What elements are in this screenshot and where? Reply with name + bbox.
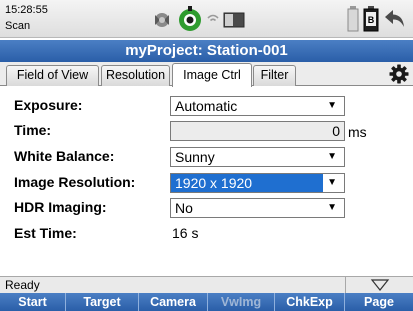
status-text: Ready <box>5 278 40 292</box>
chkexp-button[interactable]: ChkExp <box>275 293 345 311</box>
exposure-label: Exposure: <box>14 97 83 113</box>
white-balance-label: White Balance: <box>14 148 115 164</box>
est-time-label: Est Time: <box>14 225 77 241</box>
collapse-button[interactable] <box>345 277 413 294</box>
time-input[interactable]: 0 <box>170 121 345 141</box>
tab-strip: Field of View Resolution Image Ctrl Filt… <box>0 62 413 87</box>
battery-b-icon: B <box>363 6 379 32</box>
mode-label: Scan <box>5 20 31 32</box>
hdr-value: No <box>175 200 193 216</box>
battery-b-label: B <box>368 15 375 25</box>
start-button[interactable]: Start <box>0 293 66 311</box>
vwimg-button[interactable]: VwImg <box>208 293 275 311</box>
gear-icon[interactable] <box>389 64 409 84</box>
battery-a-icon <box>347 6 359 32</box>
status-icons <box>150 4 246 34</box>
back-icon[interactable] <box>383 8 407 30</box>
tab-field-of-view[interactable]: Field of View <box>6 65 99 86</box>
page-button[interactable]: Page <box>345 293 413 311</box>
chevron-down-icon <box>370 279 390 291</box>
camera-button[interactable]: Camera <box>139 293 208 311</box>
dropdown-arrow-icon: ▼ <box>327 151 337 162</box>
satellite-icon[interactable] <box>150 7 174 31</box>
clock: 15:28:55 <box>5 4 48 16</box>
softkey-bar: Start Target Camera VwImg ChkExp Page <box>0 293 413 311</box>
image-resolution-value: 1920 x 1920 <box>175 175 253 191</box>
hdr-select[interactable]: No ▼ <box>170 198 345 218</box>
image-resolution-select[interactable]: 1920 x 1920 ▼ <box>170 173 345 193</box>
time-unit: ms <box>348 124 367 140</box>
status-right: B <box>347 4 407 34</box>
status-line: Ready <box>0 276 413 294</box>
time-label: Time: <box>14 122 52 138</box>
white-balance-value: Sunny <box>175 149 215 165</box>
tab-filter[interactable]: Filter <box>253 65 296 86</box>
instrument-icon[interactable] <box>176 5 204 33</box>
page-title: myProject: Station-001 <box>0 40 413 62</box>
storage-icon <box>223 12 245 28</box>
exposure-value: Automatic <box>175 98 238 114</box>
dropdown-arrow-icon: ▼ <box>327 100 337 111</box>
status-bar: 15:28:55 Scan B <box>0 0 413 38</box>
image-resolution-label: Image Resolution: <box>14 174 136 190</box>
dropdown-arrow-icon: ▼ <box>327 177 337 188</box>
est-time-value: 16 s <box>172 225 199 241</box>
wifi-icon <box>207 14 219 22</box>
exposure-select[interactable]: Automatic ▼ <box>170 96 345 116</box>
white-balance-select[interactable]: Sunny ▼ <box>170 147 345 167</box>
dropdown-arrow-icon: ▼ <box>327 202 337 213</box>
tab-resolution[interactable]: Resolution <box>101 65 170 86</box>
hdr-label: HDR Imaging: <box>14 199 107 215</box>
tab-image-ctrl[interactable]: Image Ctrl <box>172 63 252 87</box>
target-button[interactable]: Target <box>66 293 139 311</box>
image-ctrl-form: Exposure: Automatic ▼ Time: 0 ms White B… <box>0 87 413 267</box>
